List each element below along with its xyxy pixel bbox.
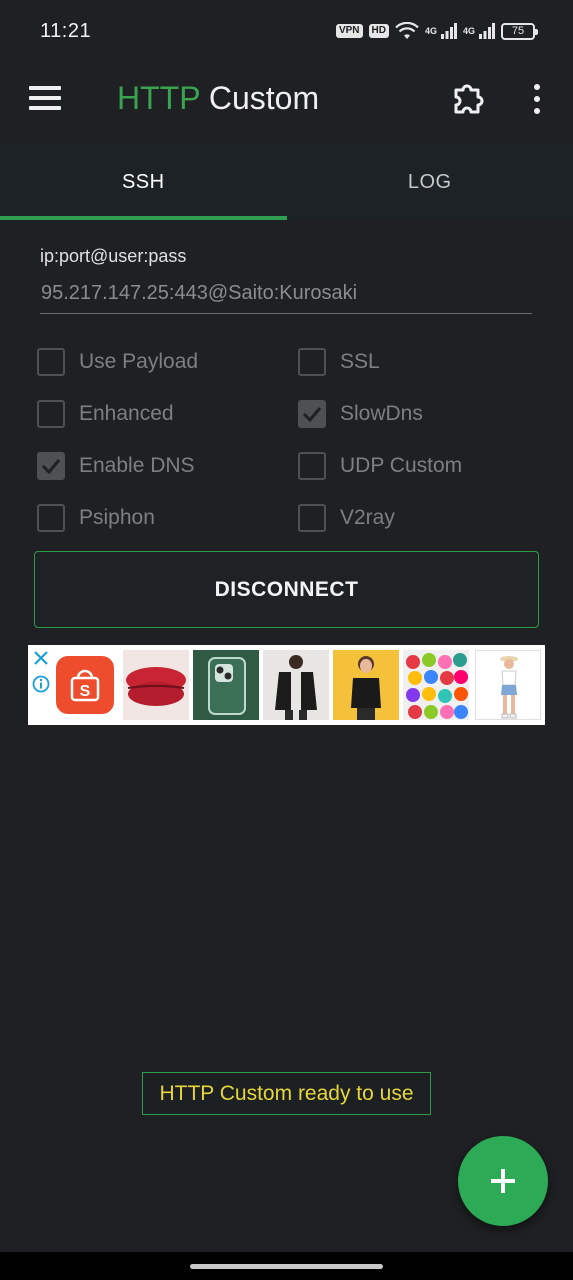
app-title: HTTP Custom — [117, 80, 319, 117]
shopee-logo[interactable]: S — [56, 656, 114, 714]
option-label: SSL — [340, 350, 380, 373]
checkbox-enable-dns[interactable] — [37, 452, 65, 480]
checkbox-slowdns[interactable] — [298, 400, 326, 428]
shopping-bag-icon: S — [70, 669, 100, 702]
app-title-http: HTTP — [117, 80, 200, 116]
connection-input[interactable] — [40, 280, 532, 314]
ad-thumb-woman-black-top[interactable] — [333, 650, 399, 720]
system-nav-bar — [0, 1252, 573, 1280]
tab-log[interactable]: LOG — [287, 144, 573, 220]
connection-label: ip:port@user:pass — [40, 246, 187, 266]
checkbox-v2ray[interactable] — [298, 504, 326, 532]
option-psiphon[interactable]: Psiphon — [37, 501, 155, 535]
ad-thumb-black-jacket[interactable] — [263, 650, 329, 720]
status-icons: VPN HD 4G 4G 75 — [335, 22, 538, 40]
hamburger-menu-icon[interactable] — [29, 86, 61, 112]
option-label: UDP Custom — [340, 454, 463, 477]
checkmark-icon — [302, 407, 322, 423]
wifi-icon — [395, 22, 419, 39]
ad-banner[interactable]: S — [28, 645, 545, 725]
checkbox-ssl[interactable] — [298, 348, 326, 376]
network-type-2: 4G — [462, 26, 475, 36]
ad-info-icon[interactable] — [32, 675, 50, 693]
app-bar: HTTP Custom — [0, 62, 573, 136]
signal-icon — [479, 23, 495, 39]
ad-thumb-colorful-balls[interactable] — [403, 650, 469, 720]
option-enable-dns[interactable]: Enable DNS — [37, 449, 195, 483]
option-label: Enable DNS — [79, 454, 195, 477]
option-udp-custom[interactable]: UDP Custom — [298, 449, 462, 483]
tab-ssh[interactable]: SSH — [0, 144, 287, 220]
option-label: V2ray — [340, 506, 395, 529]
disconnect-button[interactable]: DISCONNECT — [34, 551, 539, 628]
checkbox-psiphon[interactable] — [37, 504, 65, 532]
checkmark-icon — [41, 459, 61, 475]
option-v2ray[interactable]: V2ray — [298, 501, 395, 535]
option-use-payload[interactable]: Use Payload — [37, 345, 198, 379]
ad-thumb-woman-denim-shorts[interactable] — [475, 650, 541, 720]
option-label: Psiphon — [79, 506, 155, 529]
option-slowdns[interactable]: SlowDns — [298, 397, 423, 431]
status-message: HTTP Custom ready to use — [142, 1072, 431, 1115]
option-label: Enhanced — [79, 402, 174, 425]
option-label: SlowDns — [340, 402, 423, 425]
shopee-letter: S — [80, 683, 91, 700]
hd-badge: HD — [368, 24, 389, 38]
vpn-badge: VPN — [335, 24, 363, 38]
option-enhanced[interactable]: Enhanced — [37, 397, 174, 431]
network-type-1: 4G — [424, 26, 437, 36]
battery-icon: 75 — [501, 22, 538, 40]
status-bar: 11:21 VPN HD 4G 4G 75 — [0, 0, 573, 62]
status-time: 11:21 — [40, 19, 92, 42]
signal-icon — [440, 23, 457, 39]
add-fab-button[interactable] — [458, 1136, 548, 1226]
puzzle-piece-icon[interactable] — [450, 80, 488, 118]
app-title-custom: Custom — [199, 80, 320, 116]
home-gesture-handle[interactable] — [190, 1264, 383, 1269]
tab-bar: SSH LOG — [0, 144, 573, 220]
option-label: Use Payload — [79, 350, 199, 373]
ad-close-icon[interactable] — [32, 649, 50, 667]
ad-thumb-phone-case[interactable] — [193, 650, 259, 720]
plus-icon — [491, 1169, 515, 1193]
more-vert-icon[interactable] — [526, 82, 548, 116]
option-ssl[interactable]: SSL — [298, 345, 380, 379]
ad-thumb-lipstick[interactable] — [123, 650, 189, 720]
checkbox-use-payload[interactable] — [37, 348, 65, 376]
checkbox-enhanced[interactable] — [37, 400, 65, 428]
checkbox-udp-custom[interactable] — [298, 452, 326, 480]
